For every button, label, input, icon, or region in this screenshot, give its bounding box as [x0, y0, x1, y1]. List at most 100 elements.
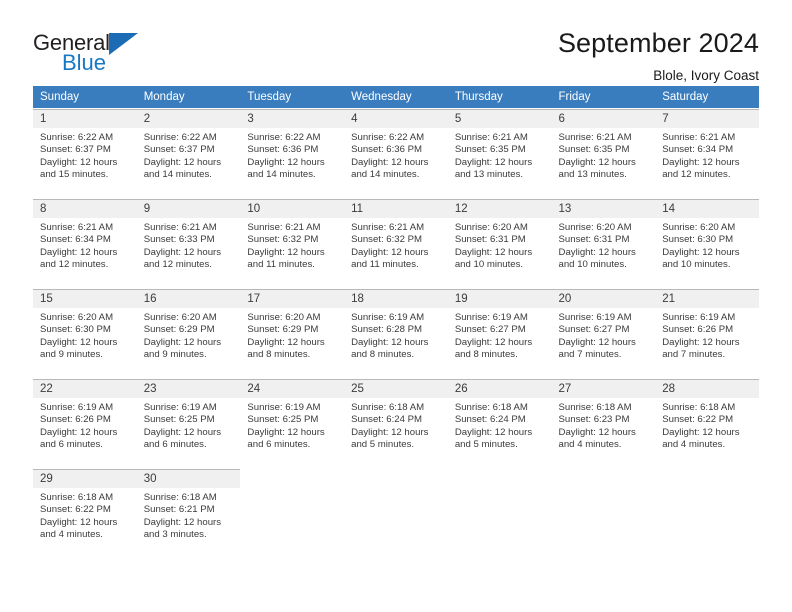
daylight-text-line2: and 9 minutes. [143, 348, 207, 360]
day-number: 2 [136, 109, 241, 128]
day-cell-inner [344, 469, 448, 558]
calendar-day-cell[interactable]: 4 Sunrise: 6:22 AM Sunset: 6:36 PM Daylight… [344, 108, 448, 199]
logo-text-blue: Blue [62, 50, 107, 75]
calendar-day-cell[interactable]: 5 Sunrise: 6:21 AM Sunset: 6:35 PM Daylight… [447, 108, 552, 199]
calendar-day-cell[interactable]: 9 Sunrise: 6:21 AM Sunset: 6:33 PM Daylight… [136, 198, 241, 289]
calendar-body: 1 Sunrise: 6:22 AM Sunset: 6:37 PM Daylight… [33, 108, 759, 558]
title-block: September 2024 Blole, Ivory Coast [558, 26, 759, 83]
daylight-text-line1: Daylight: 12 hours [40, 336, 118, 348]
sunrise-text: Sunrise: 6:22 AM [143, 132, 217, 143]
sunset-text: Sunset: 6:29 PM [247, 324, 319, 336]
daylight-text-line2: and 6 minutes. [40, 438, 103, 450]
sunrise-text: Sunrise: 6:21 AM [143, 222, 217, 233]
day-details: Sunrise: 6:21 AM Sunset: 6:35 PM Daylight:… [552, 128, 656, 181]
day-details: Sunrise: 6:21 AM Sunset: 6:33 PM Daylight:… [137, 218, 241, 271]
sunset-text: Sunset: 6:37 PM [143, 144, 215, 156]
day-details: Sunrise: 6:20 AM Sunset: 6:29 PM Daylight:… [137, 308, 241, 361]
calendar-day-cell[interactable]: 22 Sunrise: 6:19 AM Sunset: 6:26 PM Dayligh… [33, 378, 137, 469]
sunrise-text: Sunrise: 6:22 AM [351, 132, 425, 143]
day-cell-inner: 8 Sunrise: 6:21 AM Sunset: 6:34 PM Daylight… [33, 199, 137, 288]
sunrise-text: Sunrise: 6:19 AM [143, 402, 217, 413]
calendar-day-cell[interactable]: 20 Sunrise: 6:19 AM Sunset: 6:27 PM Dayligh… [551, 288, 656, 379]
day-number: 13 [551, 199, 656, 218]
calendar-day-cell[interactable]: 27 Sunrise: 6:18 AM Sunset: 6:23 PM Dayligh… [551, 378, 656, 469]
daylight-text-line2: and 15 minutes. [40, 168, 109, 180]
calendar-day-cell[interactable]: 30 Sunrise: 6:18 AM Sunset: 6:21 PM Dayligh… [136, 468, 241, 558]
day-number: 18 [344, 289, 448, 308]
day-cell-inner: 23 Sunrise: 6:19 AM Sunset: 6:25 PM Dayligh… [136, 379, 241, 468]
calendar-day-cell[interactable]: 18 Sunrise: 6:19 AM Sunset: 6:28 PM Dayligh… [344, 288, 448, 379]
day-details: Sunrise: 6:20 AM Sunset: 6:30 PM Daylight:… [655, 218, 759, 271]
calendar-day-cell[interactable]: 29 Sunrise: 6:18 AM Sunset: 6:22 PM Dayligh… [33, 468, 137, 558]
sunrise-text: Sunrise: 6:21 AM [558, 132, 632, 143]
calendar-day-cell[interactable]: 6 Sunrise: 6:21 AM Sunset: 6:35 PM Daylight… [551, 108, 656, 199]
day-number: 30 [136, 469, 241, 488]
day-cell-inner: 11 Sunrise: 6:21 AM Sunset: 6:32 PM Dayligh… [344, 199, 448, 288]
day-cell-inner [240, 469, 345, 558]
calendar-day-cell[interactable]: 7 Sunrise: 6:21 AM Sunset: 6:34 PM Daylight… [655, 108, 759, 199]
day-details: Sunrise: 6:19 AM Sunset: 6:25 PM Daylight:… [137, 398, 241, 451]
calendar-day-cell[interactable]: 8 Sunrise: 6:21 AM Sunset: 6:34 PM Daylight… [33, 198, 137, 289]
calendar-day-cell[interactable]: 3 Sunrise: 6:22 AM Sunset: 6:36 PM Daylight… [240, 108, 345, 199]
calendar-day-cell[interactable]: 12 Sunrise: 6:20 AM Sunset: 6:31 PM Dayligh… [447, 198, 552, 289]
sunset-text: Sunset: 6:33 PM [143, 234, 215, 246]
sunset-text: Sunset: 6:30 PM [40, 324, 111, 336]
day-cell-inner: 19 Sunrise: 6:19 AM Sunset: 6:27 PM Dayligh… [447, 289, 552, 378]
day-cell-inner [447, 469, 552, 558]
day-number: 14 [655, 199, 759, 218]
day-details: Sunrise: 6:20 AM Sunset: 6:31 PM Daylight:… [448, 218, 552, 271]
day-details: Sunrise: 6:21 AM Sunset: 6:32 PM Daylight:… [240, 218, 344, 271]
day-details: Sunrise: 6:21 AM Sunset: 6:32 PM Daylight:… [344, 218, 448, 271]
calendar-day-cell[interactable]: 25 Sunrise: 6:18 AM Sunset: 6:24 PM Dayligh… [344, 378, 448, 469]
sunset-text: Sunset: 6:35 PM [454, 144, 526, 156]
calendar-day-cell[interactable]: 21 Sunrise: 6:19 AM Sunset: 6:26 PM Dayligh… [655, 288, 759, 379]
calendar-day-cell[interactable]: 16 Sunrise: 6:20 AM Sunset: 6:29 PM Dayligh… [136, 288, 241, 379]
day-number: 24 [240, 379, 345, 398]
sunrise-text: Sunrise: 6:21 AM [247, 222, 321, 233]
calendar-day-cell[interactable]: 1 Sunrise: 6:22 AM Sunset: 6:37 PM Daylight… [33, 108, 137, 199]
daylight-text-line2: and 10 minutes. [454, 258, 524, 270]
calendar-day-cell[interactable]: 24 Sunrise: 6:19 AM Sunset: 6:25 PM Dayligh… [240, 378, 345, 469]
calendar-day-cell[interactable]: 10 Sunrise: 6:21 AM Sunset: 6:32 PM Dayligh… [240, 198, 345, 289]
day-number: 27 [551, 379, 656, 398]
page-header: General Blue September 2024 Blole, Ivory… [0, 0, 792, 83]
daylight-text-line2: and 12 minutes. [40, 258, 109, 270]
weekday-header-thursday: Thursday [447, 86, 552, 109]
day-details: Sunrise: 6:18 AM Sunset: 6:21 PM Daylight:… [137, 488, 241, 541]
calendar-week-row: 22 Sunrise: 6:19 AM Sunset: 6:26 PM Dayligh… [33, 378, 759, 469]
general-blue-logo[interactable]: General Blue [33, 26, 183, 74]
day-number: 26 [447, 379, 552, 398]
calendar-day-cell[interactable]: 2 Sunrise: 6:22 AM Sunset: 6:37 PM Daylight… [136, 108, 241, 199]
sunset-text: Sunset: 6:21 PM [143, 504, 215, 516]
daylight-text-line1: Daylight: 12 hours [662, 156, 740, 168]
calendar-day-cell[interactable]: 14 Sunrise: 6:20 AM Sunset: 6:30 PM Dayligh… [655, 198, 759, 289]
daylight-text-line1: Daylight: 12 hours [454, 336, 533, 348]
day-cell-inner [655, 469, 759, 558]
day-number: 20 [551, 289, 656, 308]
daylight-text-line2: and 9 minutes. [40, 348, 103, 360]
daylight-text-line2: and 14 minutes. [143, 168, 212, 180]
day-cell-inner: 22 Sunrise: 6:19 AM Sunset: 6:26 PM Dayligh… [33, 379, 137, 468]
day-cell-inner: 21 Sunrise: 6:19 AM Sunset: 6:26 PM Dayligh… [655, 289, 759, 378]
calendar-day-cell[interactable]: 19 Sunrise: 6:19 AM Sunset: 6:27 PM Dayligh… [447, 288, 552, 379]
daylight-text-line2: and 10 minutes. [662, 258, 731, 270]
day-number: 28 [655, 379, 759, 398]
day-number: 29 [33, 469, 137, 488]
calendar-day-cell[interactable]: 13 Sunrise: 6:20 AM Sunset: 6:31 PM Dayligh… [551, 198, 656, 289]
day-details: Sunrise: 6:21 AM Sunset: 6:35 PM Daylight:… [448, 128, 552, 181]
day-number: 19 [447, 289, 552, 308]
day-cell-inner: 5 Sunrise: 6:21 AM Sunset: 6:35 PM Daylight… [447, 109, 552, 198]
day-cell-inner: 10 Sunrise: 6:21 AM Sunset: 6:32 PM Dayligh… [240, 199, 345, 288]
sunset-text: Sunset: 6:27 PM [454, 324, 526, 336]
calendar-day-cell[interactable]: 26 Sunrise: 6:18 AM Sunset: 6:24 PM Dayligh… [447, 378, 552, 469]
day-cell-inner: 12 Sunrise: 6:20 AM Sunset: 6:31 PM Dayligh… [447, 199, 552, 288]
daylight-text-line1: Daylight: 12 hours [351, 336, 429, 348]
sunset-text: Sunset: 6:29 PM [143, 324, 215, 336]
calendar-day-cell[interactable]: 23 Sunrise: 6:19 AM Sunset: 6:25 PM Dayligh… [136, 378, 241, 469]
sunset-text: Sunset: 6:36 PM [351, 144, 423, 156]
calendar-day-cell[interactable]: 28 Sunrise: 6:18 AM Sunset: 6:22 PM Dayligh… [655, 378, 759, 469]
calendar-day-cell[interactable]: 15 Sunrise: 6:20 AM Sunset: 6:30 PM Dayligh… [33, 288, 137, 379]
day-cell-inner: 13 Sunrise: 6:20 AM Sunset: 6:31 PM Dayligh… [551, 199, 656, 288]
calendar-day-cell[interactable]: 17 Sunrise: 6:20 AM Sunset: 6:29 PM Dayligh… [240, 288, 345, 379]
calendar-day-cell[interactable]: 11 Sunrise: 6:21 AM Sunset: 6:32 PM Dayligh… [344, 198, 448, 289]
